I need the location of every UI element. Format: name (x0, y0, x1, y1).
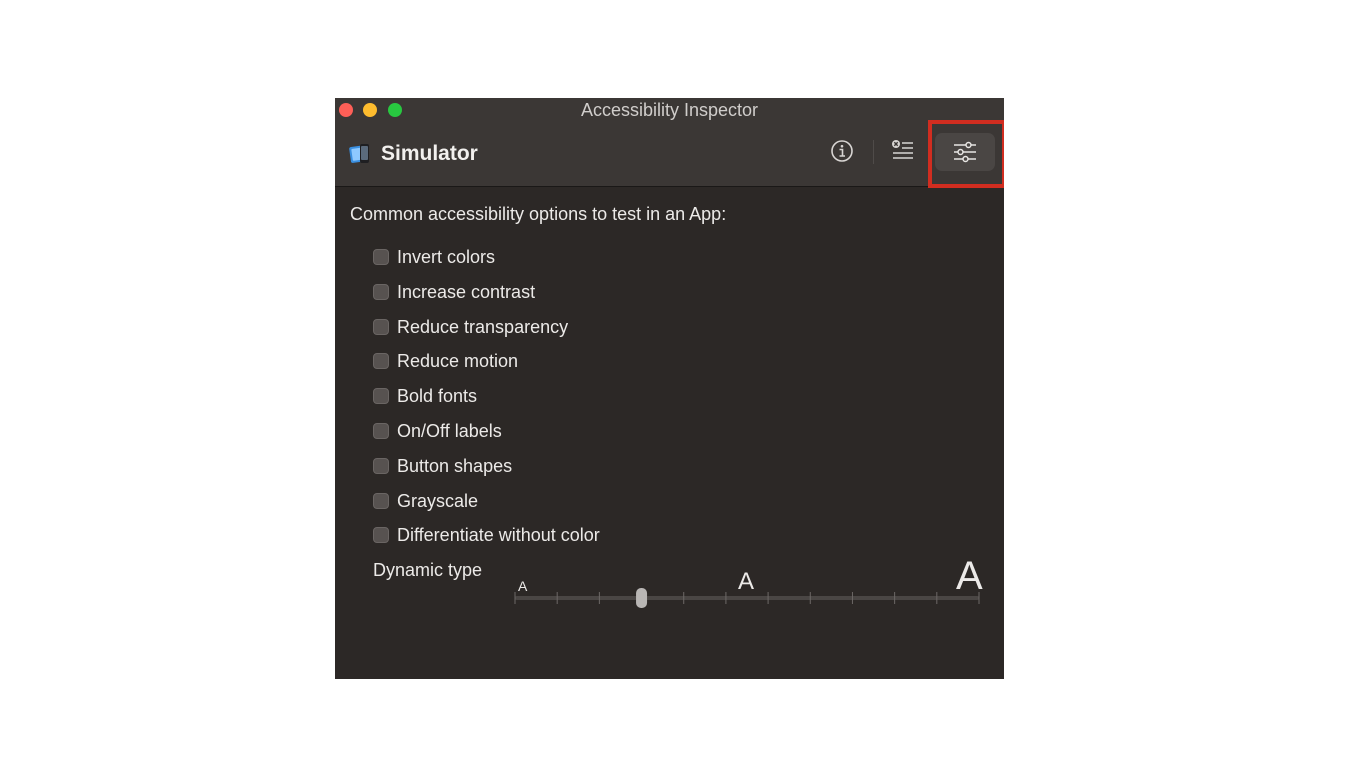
toolbar-separator (873, 140, 874, 164)
option-label: Reduce motion (397, 351, 519, 371)
reduce-motion-checkbox[interactable] (373, 353, 389, 369)
option-label: Button shapes (397, 456, 513, 476)
on-off-labels-checkbox[interactable] (373, 423, 389, 439)
simulator-app-icon (349, 144, 369, 163)
highlight-annotation-box (928, 120, 1004, 188)
option-invert-colors[interactable]: Invert colors (373, 245, 495, 269)
bold-fonts-checkbox[interactable] (373, 388, 389, 404)
option-on-off-labels[interactable]: On/Off labels (373, 419, 502, 443)
window-title: Accessibility Inspector (580, 100, 759, 120)
settings-heading: Common accessibility options to test in … (350, 204, 727, 224)
option-differentiate-without-color[interactable]: Differentiate without color (373, 523, 600, 547)
option-reduce-transparency[interactable]: Reduce transparency (373, 315, 568, 339)
dynamic-type-slider[interactable]: A A A (513, 556, 983, 612)
info-icon (831, 140, 853, 162)
option-label: Bold fonts (397, 386, 478, 406)
accessibility-inspector-window: Accessibility Inspector Simulator Common… (335, 98, 1004, 679)
slider-thumb[interactable] (636, 588, 648, 608)
differentiate-without-color-checkbox[interactable] (373, 527, 389, 543)
toolbar: Accessibility Inspector Simulator (335, 98, 1004, 188)
slider-track-graphic (514, 588, 980, 608)
option-bold-fonts[interactable]: Bold fonts (373, 384, 477, 408)
option-label: Grayscale (397, 491, 479, 511)
reduce-transparency-checkbox[interactable] (373, 319, 389, 335)
option-label: On/Off labels (397, 421, 502, 441)
audit-button[interactable] (891, 139, 915, 163)
option-increase-contrast[interactable]: Increase contrast (373, 280, 535, 304)
option-label: Invert colors (397, 247, 496, 267)
button-shapes-checkbox[interactable] (373, 458, 389, 474)
option-label: Increase contrast (397, 282, 536, 302)
option-reduce-motion[interactable]: Reduce motion (373, 349, 518, 373)
dynamic-type-label: Dynamic type (373, 560, 483, 580)
option-label: Differentiate without color (397, 525, 600, 545)
option-label: Reduce transparency (397, 317, 569, 337)
audit-list-icon (892, 140, 913, 159)
target-selector[interactable]: Simulator (381, 141, 478, 167)
slider-track (515, 596, 979, 600)
increase-contrast-checkbox[interactable] (373, 284, 389, 300)
invert-colors-checkbox[interactable] (373, 249, 389, 265)
option-button-shapes[interactable]: Button shapes (373, 454, 512, 478)
settings-panel: Common accessibility options to test in … (335, 187, 1004, 679)
inspection-button[interactable] (830, 139, 854, 163)
grayscale-checkbox[interactable] (373, 493, 389, 509)
option-grayscale[interactable]: Grayscale (373, 489, 478, 513)
